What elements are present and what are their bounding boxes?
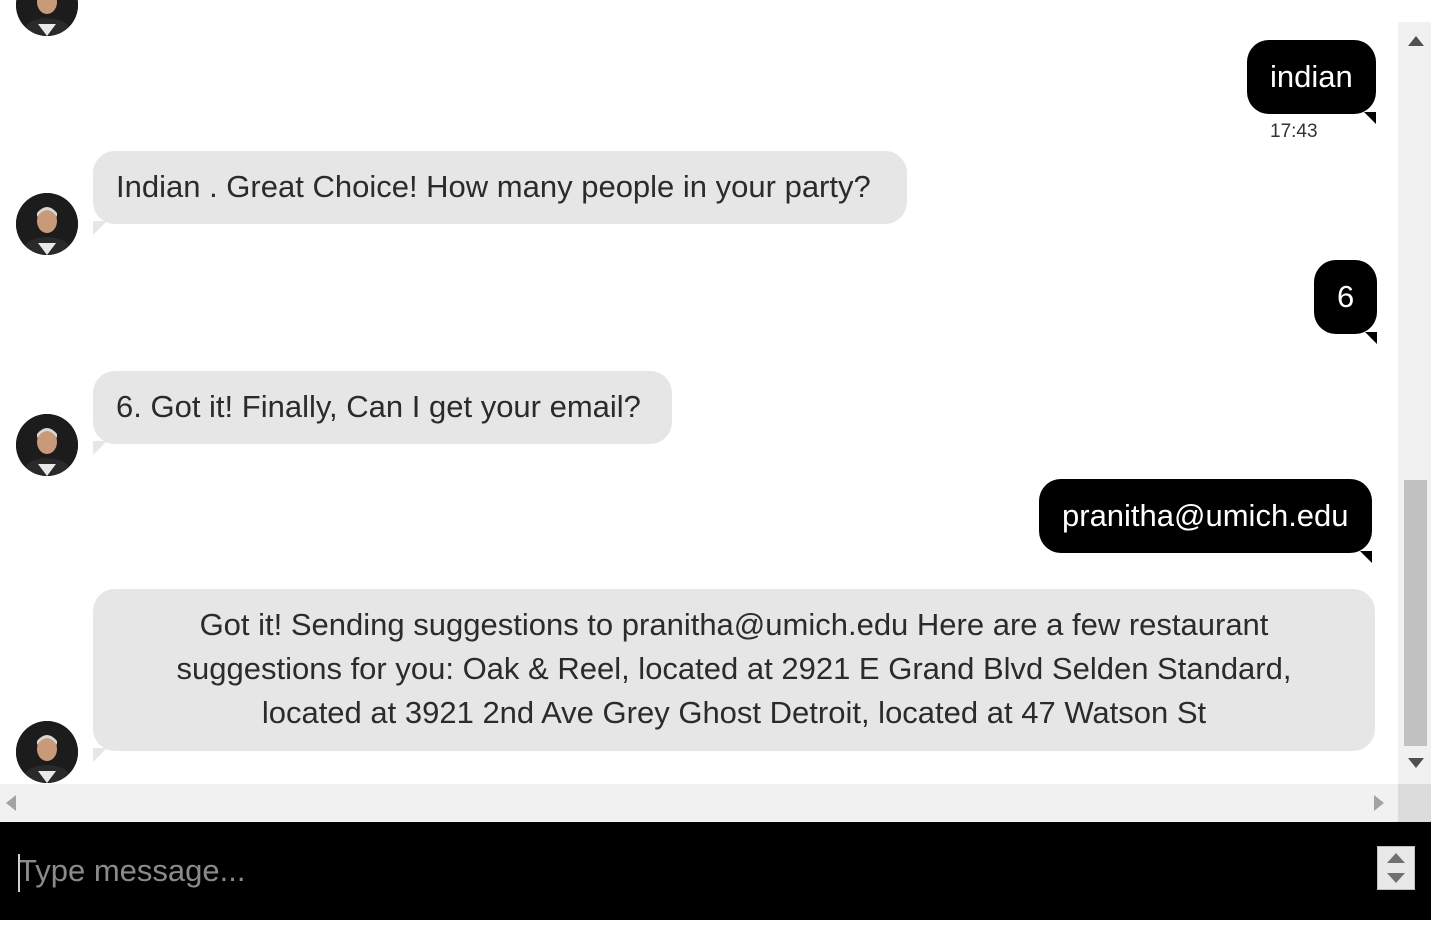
vertical-scroll-thumb[interactable] bbox=[1404, 480, 1427, 746]
scroll-down-arrow-icon[interactable] bbox=[1408, 758, 1424, 768]
message-text: pranitha@umich.edu bbox=[1062, 498, 1349, 533]
user-portrait-icon bbox=[16, 414, 78, 476]
bot-avatar bbox=[16, 721, 78, 783]
scroll-right-arrow-icon[interactable] bbox=[1374, 795, 1384, 811]
user-portrait-icon bbox=[16, 193, 78, 255]
text-caret bbox=[18, 854, 20, 892]
user-portrait-icon bbox=[16, 0, 78, 36]
scroll-left-arrow-icon[interactable] bbox=[6, 795, 16, 811]
bot-message: Indian . Great Choice! How many people i… bbox=[93, 151, 907, 235]
message-text: 6. Got it! Finally, Can I get your email… bbox=[116, 389, 641, 424]
bot-message: Got it! Sending suggestions to pranitha@… bbox=[93, 589, 1375, 762]
message-timestamp: 17:43 bbox=[1270, 121, 1318, 142]
message-text: indian bbox=[1270, 59, 1353, 94]
chat-window: indian 17:43 Indian . Great Choice! How … bbox=[0, 0, 1437, 933]
bot-message: 6. Got it! Finally, Can I get your email… bbox=[93, 371, 672, 455]
bot-avatar bbox=[16, 193, 78, 255]
message-text: Got it! Sending suggestions to pranitha@… bbox=[176, 607, 1292, 730]
vertical-scrollbar[interactable] bbox=[1398, 22, 1431, 784]
scroll-corner bbox=[1398, 784, 1431, 822]
spinner-up-icon[interactable] bbox=[1387, 853, 1405, 863]
bot-avatar bbox=[16, 0, 78, 36]
spinner-down-icon[interactable] bbox=[1387, 873, 1405, 883]
message-input[interactable] bbox=[18, 844, 1358, 898]
scroll-up-arrow-icon[interactable] bbox=[1408, 36, 1424, 46]
message-composer bbox=[0, 822, 1431, 920]
message-text: 6 bbox=[1337, 279, 1355, 314]
input-spinner[interactable] bbox=[1377, 846, 1415, 890]
message-list[interactable]: indian 17:43 Indian . Great Choice! How … bbox=[0, 0, 1398, 784]
horizontal-scrollbar[interactable] bbox=[0, 784, 1398, 822]
bottom-margin bbox=[0, 920, 1437, 933]
user-portrait-icon bbox=[16, 721, 78, 783]
message-text: Indian . Great Choice! How many people i… bbox=[116, 169, 871, 204]
bot-avatar bbox=[16, 414, 78, 476]
user-message: indian bbox=[1247, 40, 1376, 124]
user-message: pranitha@umich.edu bbox=[1039, 479, 1372, 563]
user-message: 6 bbox=[1314, 260, 1378, 344]
